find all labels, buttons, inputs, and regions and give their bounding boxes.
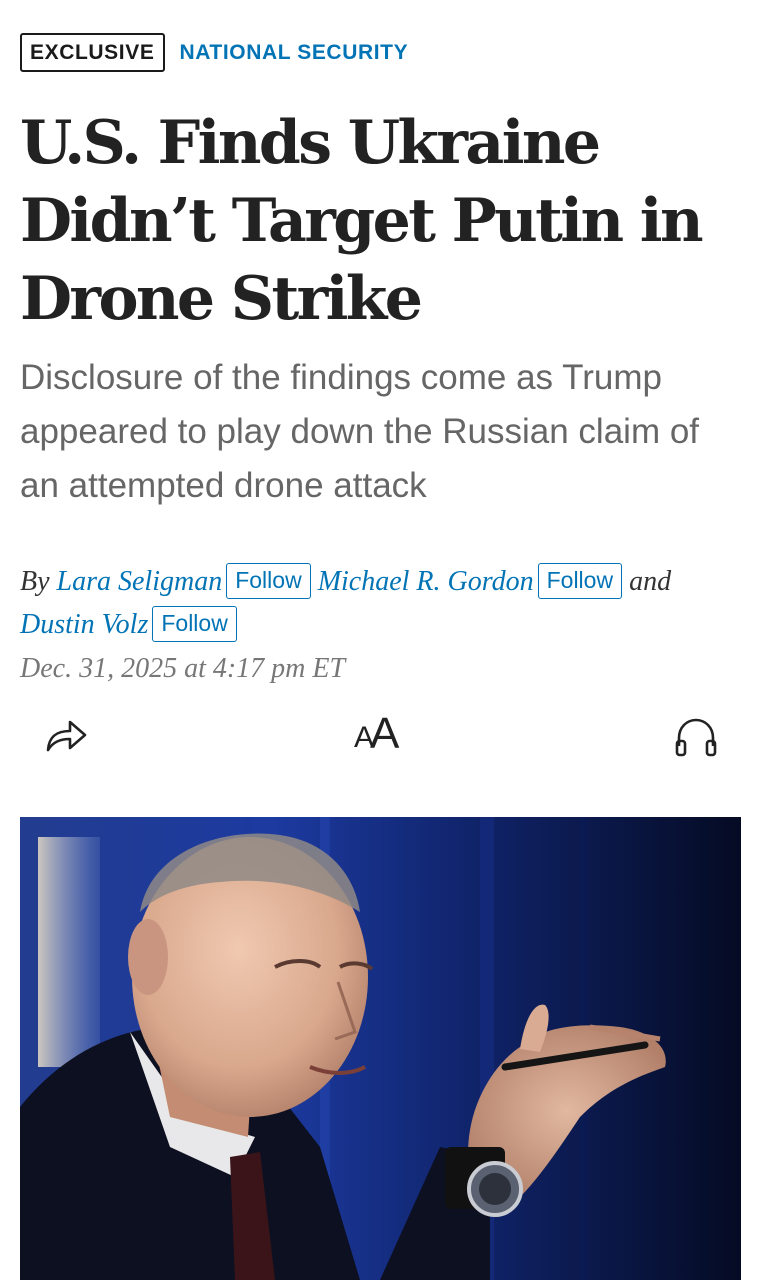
share-icon[interactable] <box>43 712 89 758</box>
author-link-michael-gordon[interactable]: Michael R. Gordon <box>318 566 534 597</box>
exclusive-label: EXCLUSIVE <box>20 33 166 72</box>
author-link-lara-seligman[interactable]: Lara Seligman <box>57 566 223 597</box>
byline: By Lara Seligman Follow Michael R. Gordon… <box>20 560 740 646</box>
follow-button-dustin-volz[interactable]: Follow <box>152 606 237 642</box>
article-dek: Disclosure of the findings come as Trump… <box>20 358 700 505</box>
byline-by: By <box>20 566 50 597</box>
text-size-icon[interactable]: A A <box>352 711 404 759</box>
text-size-large-glyph: A <box>370 709 400 758</box>
section-link[interactable]: NATIONAL SECURITY <box>179 42 408 63</box>
article-tags: EXCLUSIVE NATIONAL SECURITY <box>20 33 408 72</box>
headline: U.S. Finds Ukraine Didn’t Target Putin i… <box>20 108 704 334</box>
headphones-icon[interactable] <box>673 716 719 762</box>
publish-timestamp: Dec. 31, 2025 at 4:17 pm ET <box>20 653 346 684</box>
follow-button-michael-gordon[interactable]: Follow <box>537 563 623 599</box>
author-link-dustin-volz[interactable]: Dustin Volz <box>20 609 148 640</box>
article-photo <box>20 817 741 1280</box>
follow-button-lara-seligman[interactable]: Follow <box>226 563 311 599</box>
byline-and: and <box>629 566 672 597</box>
